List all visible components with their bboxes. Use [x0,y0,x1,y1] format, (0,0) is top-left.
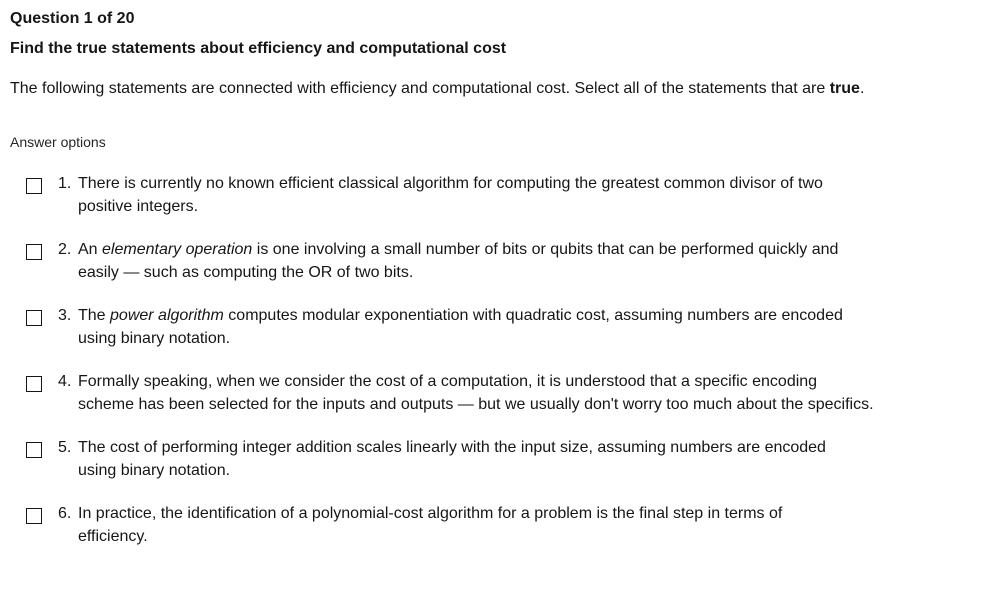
answer-1-checkbox[interactable] [26,178,42,194]
question-counter: Question 1 of 20 [10,10,135,27]
answer-2-text: 2. An elementary operation is one involv… [58,239,988,284]
answer-4-number: 4. [58,373,72,390]
answer-3-term: power algorithm [110,307,224,324]
answer-1-text: 1. There is currently no known efficient… [58,173,988,218]
answer-3-line-1-pre: The [78,307,111,324]
answer-option-4[interactable]: 4. Formally speaking, when we consider t… [26,371,996,421]
answer-4-line-1: Formally speaking, when we consider the … [78,373,818,390]
answer-1-number: 1. [58,175,72,192]
answer-5-line-2: using binary notation. [78,461,231,479]
answer-3-number: 3. [58,307,72,324]
answer-5-line-1: The cost of performing integer addition … [78,439,826,456]
answer-6-text: 6. In practice, the identification of a … [58,503,988,548]
answer-1-line-1: There is currently no known efficient cl… [78,175,823,192]
answer-option-3[interactable]: 3. The power algorithm computes modular … [26,305,996,355]
question-title: Find the true statements about efficienc… [10,40,507,57]
answer-3-checkbox[interactable] [26,310,42,326]
answer-2-number: 2. [58,241,72,258]
answer-4-text: 4. Formally speaking, when we consider t… [58,371,988,416]
answer-3-line-2: using binary notation. [78,329,231,347]
answer-4-line-2: scheme has been selected for the inputs … [78,395,874,413]
answer-1-line-2: positive integers. [78,197,199,215]
question-intro-emphasis: true [829,80,860,97]
answer-3-line-1-post: computes modular exponentiation with qua… [223,307,843,324]
answer-6-line-1: In practice, the identification of a pol… [78,505,783,522]
answer-option-2[interactable]: 2. An elementary operation is one involv… [26,239,996,289]
question-intro-text: The following statements are connected w… [10,80,830,97]
answer-2-line-1-post: is one involving a small number of bits … [252,241,839,258]
answer-2-line-1-pre: An [78,241,103,258]
answer-5-checkbox[interactable] [26,442,42,458]
answer-2-checkbox[interactable] [26,244,42,260]
answer-6-line-2: efficiency. [78,527,148,545]
answer-5-number: 5. [58,439,72,456]
question-intro-period: . [859,80,865,97]
answer-2-line-2: easily — such as computing the OR of two… [78,263,414,281]
answer-option-1[interactable]: 1. There is currently no known efficient… [26,173,996,223]
answer-6-checkbox[interactable] [26,508,42,524]
answer-6-number: 6. [58,505,72,522]
answer-2-line-1: An elementary operation is one involving… [78,239,988,262]
answer-2-term: elementary operation [102,241,253,258]
answer-3-text: 3. The power algorithm computes modular … [58,305,988,350]
question-intro: The following statements are connected w… [10,79,864,99]
answer-option-5[interactable]: 5. The cost of performing integer additi… [26,437,996,487]
answer-options-heading: Answer options [10,134,106,150]
answer-3-line-1: The power algorithm computes modular exp… [78,305,988,328]
answer-option-6[interactable]: 6. In practice, the identification of a … [26,503,996,553]
answer-5-text: 5. The cost of performing integer additi… [58,437,988,482]
answer-4-checkbox[interactable] [26,376,42,392]
